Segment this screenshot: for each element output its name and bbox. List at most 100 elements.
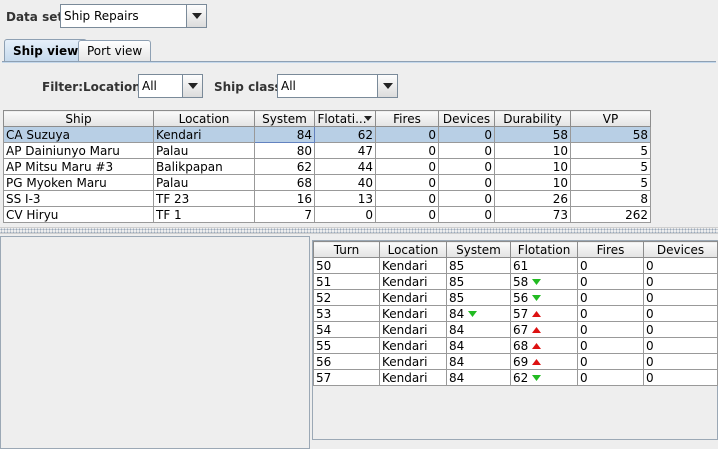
cell-location[interactable]: TF 23 [153, 190, 255, 207]
cell-system[interactable]: 68 [254, 174, 315, 191]
column-header-system[interactable]: System [254, 110, 315, 127]
cell-flotation[interactable]: 47 [314, 142, 376, 159]
cell-turn[interactable]: 53 [313, 305, 380, 322]
cell-system[interactable]: 80 [254, 142, 315, 159]
column-header-system[interactable]: System [446, 241, 511, 258]
cell-vp[interactable]: 58 [570, 126, 651, 143]
cell-turn[interactable]: 52 [313, 289, 380, 306]
column-header-ship[interactable]: Ship [3, 110, 154, 127]
cell-vp[interactable]: 5 [570, 158, 651, 175]
column-header-devices[interactable]: Devices [438, 110, 495, 127]
tab-port-view[interactable]: Port view [78, 40, 152, 61]
cell-system[interactable]: 85 [446, 289, 511, 306]
table-row[interactable]: AP Mitsu Maru #3 Balikpapan 62 44 0 0 10 5 [3, 158, 651, 175]
cell-devices[interactable]: 0 [643, 305, 718, 322]
cell-fires[interactable]: 0 [577, 321, 644, 338]
cell-fires[interactable]: 0 [577, 353, 644, 370]
history-scroll-pane[interactable]: Turn Location System Flotation Fires Devices … [312, 240, 718, 440]
cell-durability[interactable]: 26 [494, 190, 571, 207]
table-row[interactable]: 54 Kendari 84 67 0 0 [313, 321, 718, 338]
cell-fires[interactable]: 0 [375, 206, 439, 223]
cell-devices[interactable]: 0 [643, 273, 718, 290]
cell-system[interactable]: 84 [446, 369, 511, 386]
table-row[interactable]: SS I-3 TF 23 16 13 0 0 26 8 [3, 190, 651, 207]
cell-devices[interactable]: 0 [438, 206, 495, 223]
cell-fires[interactable]: 0 [375, 142, 439, 159]
cell-fires[interactable]: 0 [577, 257, 644, 274]
cell-turn[interactable]: 56 [313, 353, 380, 370]
cell-flotation[interactable]: 13 [314, 190, 376, 207]
table-row[interactable]: CA Suzuya Kendari 84 62 0 0 58 58 [3, 126, 651, 143]
table-row[interactable]: 57 Kendari 84 62 0 0 [313, 369, 718, 386]
cell-devices[interactable]: 0 [643, 257, 718, 274]
cell-location[interactable]: Kendari [379, 353, 447, 370]
cell-flotation[interactable]: 62 [314, 126, 376, 143]
cell-ship[interactable]: PG Myoken Maru [3, 174, 154, 191]
cell-ship[interactable]: CV Hiryu [3, 206, 154, 223]
chevron-down-icon[interactable] [186, 5, 206, 27]
cell-system[interactable]: 16 [254, 190, 315, 207]
cell-vp[interactable]: 8 [570, 190, 651, 207]
cell-flotation[interactable]: 58 [510, 273, 578, 290]
column-header-vp[interactable]: VP [570, 110, 651, 127]
cell-location[interactable]: Kendari [379, 257, 447, 274]
cell-location[interactable]: Kendari [153, 126, 255, 143]
cell-turn[interactable]: 51 [313, 273, 380, 290]
cell-vp[interactable]: 5 [570, 142, 651, 159]
cell-location[interactable]: Kendari [379, 337, 447, 354]
column-header-location[interactable]: Location [379, 241, 447, 258]
table-row[interactable]: CV Hiryu TF 1 7 0 0 0 73 262 [3, 206, 651, 223]
chevron-down-icon[interactable] [182, 75, 202, 97]
cell-system[interactable]: 62 [254, 158, 315, 175]
table-row[interactable]: 53 Kendari 84 57 0 0 [313, 305, 718, 322]
cell-system[interactable]: 84 [254, 126, 315, 143]
cell-fires[interactable]: 0 [577, 337, 644, 354]
shipclass-filter-combobox[interactable]: All [277, 74, 398, 98]
cell-system[interactable]: 85 [446, 257, 511, 274]
split-pane-divider[interactable] [0, 227, 718, 234]
table-row[interactable]: PG Myoken Maru Palau 68 40 0 0 10 5 [3, 174, 651, 191]
cell-flotation[interactable]: 0 [314, 206, 376, 223]
history-table[interactable]: Turn Location System Flotation Fires Devices … [313, 241, 718, 386]
cell-location[interactable]: Balikpapan [153, 158, 255, 175]
dataset-combobox[interactable]: Ship Repairs [60, 4, 207, 28]
column-header-fires[interactable]: Fires [577, 241, 644, 258]
cell-location[interactable]: Kendari [379, 305, 447, 322]
cell-devices[interactable]: 0 [438, 142, 495, 159]
cell-fires[interactable]: 0 [375, 158, 439, 175]
column-header-fires[interactable]: Fires [375, 110, 439, 127]
cell-flotation[interactable]: 44 [314, 158, 376, 175]
cell-ship[interactable]: AP Dainiunyo Maru [3, 142, 154, 159]
cell-devices[interactable]: 0 [438, 158, 495, 175]
cell-flotation[interactable]: 67 [510, 321, 578, 338]
cell-system[interactable]: 84 [446, 337, 511, 354]
cell-ship[interactable]: SS I-3 [3, 190, 154, 207]
chevron-down-icon[interactable] [377, 75, 397, 97]
cell-system[interactable]: 84 [446, 321, 511, 338]
location-filter-combobox[interactable]: All [138, 74, 203, 98]
cell-location[interactable]: Palau [153, 142, 255, 159]
cell-system[interactable]: 84 [446, 353, 511, 370]
cell-devices[interactable]: 0 [643, 321, 718, 338]
cell-devices[interactable]: 0 [438, 126, 495, 143]
table-row[interactable]: 52 Kendari 85 56 0 0 [313, 289, 718, 306]
cell-location[interactable]: Kendari [379, 369, 447, 386]
column-header-turn[interactable]: Turn [313, 241, 380, 258]
cell-turn[interactable]: 55 [313, 337, 380, 354]
cell-durability[interactable]: 58 [494, 126, 571, 143]
cell-fires[interactable]: 0 [375, 174, 439, 191]
cell-flotation[interactable]: 68 [510, 337, 578, 354]
cell-system[interactable]: 84 [446, 305, 511, 322]
cell-location[interactable]: Kendari [379, 273, 447, 290]
cell-location[interactable]: TF 1 [153, 206, 255, 223]
cell-durability[interactable]: 10 [494, 158, 571, 175]
cell-devices[interactable]: 0 [643, 337, 718, 354]
cell-devices[interactable]: 0 [438, 174, 495, 191]
cell-location[interactable]: Kendari [379, 321, 447, 338]
cell-fires[interactable]: 0 [577, 289, 644, 306]
table-row[interactable]: 56 Kendari 84 69 0 0 [313, 353, 718, 370]
column-header-flotation[interactable]: Flotati... [314, 110, 376, 127]
ships-table[interactable]: Ship Location System Flotati... Fires Devices… [3, 110, 651, 223]
table-row[interactable]: 55 Kendari 84 68 0 0 [313, 337, 718, 354]
cell-flotation[interactable]: 56 [510, 289, 578, 306]
